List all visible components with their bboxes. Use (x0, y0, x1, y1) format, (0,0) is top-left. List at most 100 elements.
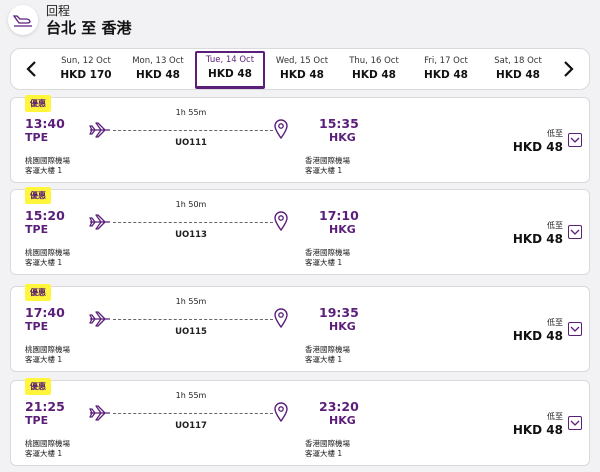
arrival-airport-name: 香港國際機場 (305, 248, 350, 257)
chevron-down-icon[interactable] (568, 416, 582, 430)
chevron-right-icon[interactable] (551, 49, 587, 89)
date-option[interactable]: Wed, 15 Oct HKD 48 (267, 53, 337, 89)
route-title: 台北 至 香港 (46, 19, 132, 37)
flight-duration: 1h 55m (175, 108, 207, 117)
date-price: HKD 48 (352, 69, 396, 81)
date-price: HKD 48 (136, 69, 180, 81)
arrival-time: 17:10 (319, 208, 359, 223)
chevron-down-icon[interactable] (568, 322, 582, 336)
arrival-airport: 香港國際機場 客運大樓 1 (305, 439, 350, 459)
departure-airport: 桃園國際機場 客運大樓 1 (25, 156, 70, 176)
fare-price: HKD 48 (512, 423, 563, 437)
date-price: HKD 48 (280, 69, 324, 81)
price-from-label: 低至 (547, 318, 563, 327)
date-selector: Sun, 12 Oct HKD 170 Mon, 13 Oct HKD 48 T… (10, 48, 590, 90)
arrival-airport-name: 香港國際機場 (305, 439, 350, 448)
flight-card[interactable]: 優惠 13:40 TPE 桃園國際機場 客運大樓 1 1h 55m UO111 … (10, 95, 590, 183)
arrival-airport: 香港國際機場 客運大樓 1 (305, 248, 350, 268)
airplane-icon (89, 214, 110, 230)
departure-time: 17:40 (25, 305, 65, 320)
arrival-airport-name: 香港國際機場 (305, 156, 350, 165)
arrival-terminal: 客運大樓 1 (305, 449, 343, 458)
flight-card[interactable]: 優惠 21:25 TPE 桃園國際機場 客運大樓 1 1h 55m UO117 … (10, 378, 590, 466)
departure-terminal: 客運大樓 1 (25, 166, 63, 175)
date-label: Thu, 16 Oct (349, 56, 399, 66)
departure-terminal: 客運大樓 1 (25, 355, 63, 364)
departure-airport: 桃園國際機場 客運大樓 1 (25, 439, 70, 459)
chevron-down-icon[interactable] (568, 133, 582, 147)
departure-code: TPE (25, 131, 49, 144)
plane-landing-icon (8, 5, 38, 35)
price-from-label: 低至 (547, 412, 563, 421)
arrival-airport-name: 香港國際機場 (305, 345, 350, 354)
route-line (113, 130, 273, 131)
date-label: Sat, 18 Oct (494, 56, 542, 66)
date-label: Fri, 17 Oct (424, 56, 468, 66)
arrival-airport: 香港國際機場 客運大樓 1 (305, 156, 350, 176)
date-label: Wed, 15 Oct (275, 56, 329, 66)
departure-airport-name: 桃園國際機場 (25, 156, 70, 165)
route-line (113, 413, 273, 414)
airplane-icon (89, 405, 110, 421)
arrival-terminal: 客運大樓 1 (305, 355, 343, 364)
price-from-label: 低至 (547, 129, 563, 138)
location-pin-icon (274, 402, 288, 422)
arrival-time: 19:35 (319, 305, 359, 320)
price-from-label: 低至 (547, 221, 563, 230)
date-price: HKD 170 (60, 69, 112, 81)
departure-time: 21:25 (25, 399, 65, 414)
flight-number: UO111 (175, 138, 207, 148)
flight-number: UO115 (175, 327, 207, 337)
page-header: 回程 台北 至 香港 (0, 0, 600, 46)
departure-code: TPE (25, 414, 49, 427)
chevron-left-icon[interactable] (13, 49, 49, 89)
arrival-code: HKG (329, 320, 356, 333)
departure-airport-name: 桃園國際機場 (25, 345, 70, 354)
deal-badge: 優惠 (25, 378, 51, 395)
arrival-terminal: 客運大樓 1 (305, 258, 343, 267)
arrival-terminal: 客運大樓 1 (305, 166, 343, 175)
route-line (113, 222, 273, 223)
departure-airport-name: 桃園國際機場 (25, 439, 70, 448)
date-option[interactable]: Fri, 17 Oct HKD 48 (411, 53, 481, 89)
flight-number: UO117 (175, 421, 207, 431)
location-pin-icon (274, 211, 288, 231)
date-option[interactable]: Mon, 13 Oct HKD 48 (123, 53, 193, 89)
flight-card[interactable]: 優惠 15:20 TPE 桃園國際機場 客運大樓 1 1h 50m UO113 … (10, 187, 590, 275)
arrival-code: HKG (329, 223, 356, 236)
departure-airport-name: 桃園國際機場 (25, 248, 70, 257)
fare-price: HKD 48 (512, 329, 563, 343)
flight-card[interactable]: 優惠 17:40 TPE 桃園國際機場 客運大樓 1 1h 55m UO115 … (10, 284, 590, 372)
departure-airport: 桃園國際機場 客運大樓 1 (25, 345, 70, 365)
departure-terminal: 客運大樓 1 (25, 449, 63, 458)
fare-price: HKD 48 (512, 140, 563, 154)
arrival-time: 23:20 (319, 399, 359, 414)
departure-time: 13:40 (25, 116, 65, 131)
date-option[interactable]: Thu, 16 Oct HKD 48 (339, 53, 409, 89)
departure-code: TPE (25, 320, 49, 333)
date-price: HKD 48 (424, 69, 468, 81)
date-label: Tue, 14 Oct (205, 55, 255, 65)
location-pin-icon (274, 119, 288, 139)
arrival-time: 15:35 (319, 116, 359, 131)
date-option[interactable]: Sun, 12 Oct HKD 170 (51, 53, 121, 89)
arrival-airport: 香港國際機場 客運大樓 1 (305, 345, 350, 365)
flight-duration: 1h 50m (175, 200, 207, 209)
fare-price: HKD 48 (512, 232, 563, 246)
departure-time: 15:20 (25, 208, 65, 223)
flight-number: UO113 (175, 230, 207, 240)
deal-badge: 優惠 (25, 187, 51, 204)
chevron-down-icon[interactable] (568, 225, 582, 239)
flight-duration: 1h 55m (175, 391, 207, 400)
airplane-icon (89, 311, 110, 327)
airplane-icon (89, 122, 110, 138)
date-label: Mon, 13 Oct (132, 56, 184, 66)
deal-badge: 優惠 (25, 284, 51, 301)
date-label: Sun, 12 Oct (61, 56, 111, 66)
date-option[interactable]: Sat, 18 Oct HKD 48 (483, 53, 553, 89)
date-option-selected[interactable]: Tue, 14 Oct HKD 48 (195, 51, 265, 89)
departure-airport: 桃園國際機場 客運大樓 1 (25, 248, 70, 268)
flight-duration: 1h 55m (175, 297, 207, 306)
departure-code: TPE (25, 223, 49, 236)
location-pin-icon (274, 308, 288, 328)
